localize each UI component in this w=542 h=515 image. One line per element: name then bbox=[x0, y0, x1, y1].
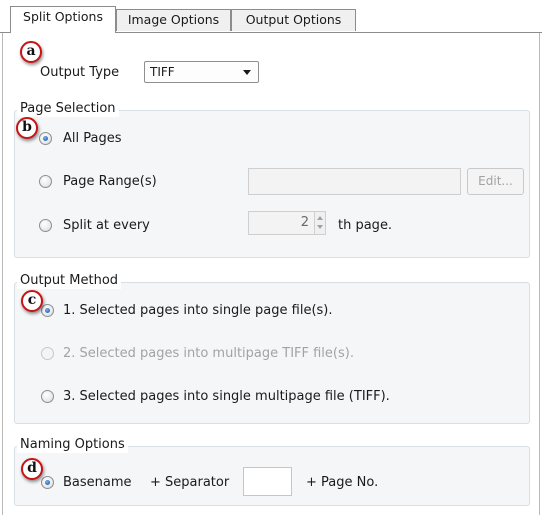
naming-options-legend: Naming Options bbox=[17, 437, 128, 453]
page-selection-legend: Page Selection bbox=[17, 101, 119, 117]
split-every-label: Split at every bbox=[63, 218, 150, 233]
method-single-multipage-radio[interactable] bbox=[41, 390, 54, 403]
method-single-page-radio[interactable] bbox=[41, 304, 54, 317]
method-multipage-tiff-label: 2. Selected pages into multipage TIFF fi… bbox=[63, 346, 354, 361]
all-pages-label: All Pages bbox=[63, 131, 122, 146]
split-every-stepper[interactable]: 2 bbox=[248, 211, 326, 235]
spin-up-icon[interactable] bbox=[317, 216, 323, 220]
spin-down-icon[interactable] bbox=[317, 225, 323, 229]
output-type-select[interactable]: TIFF bbox=[144, 61, 259, 83]
marker-a: a bbox=[20, 41, 42, 63]
page-ranges-input[interactable] bbox=[248, 168, 461, 195]
page-ranges-label: Page Range(s) bbox=[63, 174, 157, 189]
basename-radio[interactable] bbox=[41, 476, 54, 489]
tab-image-options[interactable]: Image Options bbox=[116, 9, 231, 31]
tab-strip: Split Options Image Options Output Optio… bbox=[0, 0, 542, 33]
split-every-suffix: th page. bbox=[338, 218, 393, 233]
tab-split-options[interactable]: Split Options bbox=[10, 6, 116, 33]
edit-ranges-button[interactable]: Edit... bbox=[467, 168, 524, 195]
output-type-value: TIFF bbox=[150, 65, 175, 79]
separator-input[interactable] bbox=[243, 467, 292, 496]
marker-c: c bbox=[21, 290, 43, 312]
split-every-radio[interactable] bbox=[39, 219, 52, 232]
output-method-legend: Output Method bbox=[17, 273, 122, 289]
basename-label: Basename bbox=[63, 475, 132, 490]
all-pages-radio[interactable] bbox=[39, 132, 52, 145]
method-multipage-tiff-radio[interactable] bbox=[41, 347, 54, 360]
spin-buttons[interactable] bbox=[314, 212, 325, 234]
method-single-page-label: 1. Selected pages into single page file(… bbox=[63, 303, 333, 318]
output-type-label: Output Type bbox=[40, 65, 120, 80]
separator-label: + Separator bbox=[150, 475, 230, 490]
method-single-multipage-label: 3. Selected pages into single multipage … bbox=[63, 389, 390, 404]
page-no-label: + Page No. bbox=[306, 475, 379, 490]
split-every-value: 2 bbox=[300, 215, 309, 230]
marker-d: d bbox=[21, 458, 43, 480]
chevron-down-icon bbox=[243, 70, 251, 75]
marker-b: b bbox=[16, 117, 38, 139]
page-ranges-radio[interactable] bbox=[39, 175, 52, 188]
tab-output-options[interactable]: Output Options bbox=[231, 9, 356, 31]
